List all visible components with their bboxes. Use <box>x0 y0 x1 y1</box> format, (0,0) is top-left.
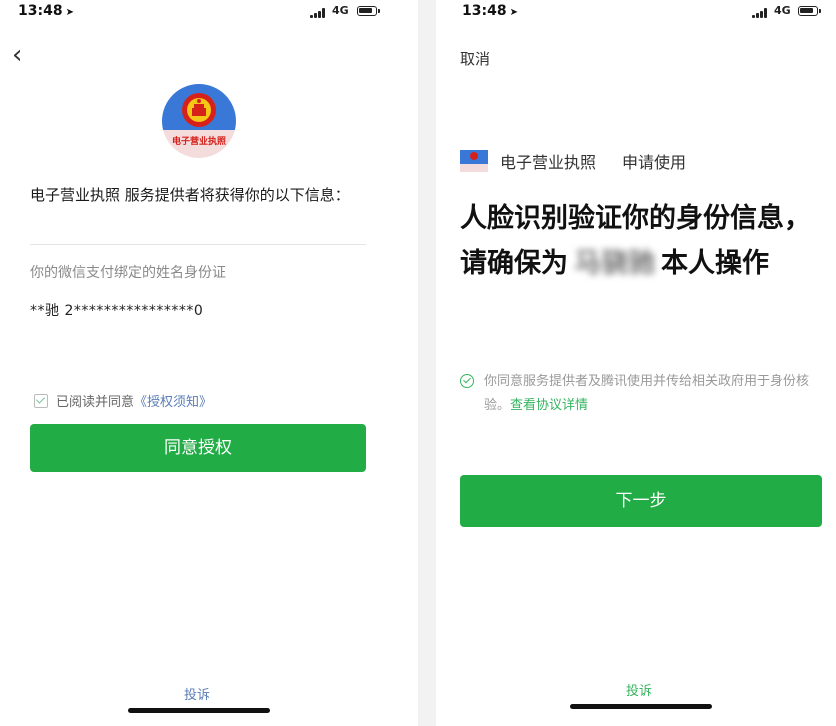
agreement-text: 已阅读并同意 <box>56 395 135 410</box>
status-time: 13:48 ➤ <box>462 3 518 19</box>
authorization-screen: 13:48 ➤ 4G ‹ 电子营业执照 电子营业执照 服务提供者将获得你的以下信息… <box>0 0 418 726</box>
national-emblem-icon <box>182 93 216 127</box>
title-text-2: 本人操作 <box>661 248 769 279</box>
cancel-button[interactable]: 取消 <box>460 48 490 69</box>
battery-icon <box>357 6 380 16</box>
screen-divider <box>418 0 436 726</box>
signal-icon <box>752 8 770 18</box>
home-indicator <box>570 704 712 709</box>
blurred-user-name: 马骁驰 <box>574 248 655 279</box>
agreement-link[interactable]: 《授权须知》 <box>134 395 212 410</box>
battery-icon <box>798 6 821 16</box>
status-bar: 13:48 ➤ 4G <box>0 0 418 26</box>
permission-heading: 电子营业执照 服务提供者将获得你的以下信息： <box>30 186 350 204</box>
status-bar: 13:48 ➤ 4G <box>436 0 836 26</box>
complaint-link[interactable]: 投诉 <box>626 680 652 699</box>
circle-check-icon[interactable] <box>460 374 474 388</box>
verification-title: 人脸识别验证你的身份信息，请确保为 马骁驰 本人操作 <box>460 196 820 286</box>
status-time-text: 13:48 <box>18 3 63 19</box>
app-logo: 电子营业执照 <box>162 84 236 158</box>
divider <box>30 244 366 245</box>
emblem-label: 电子营业执照 <box>171 137 226 147</box>
face-verification-screen: 13:48 ➤ 4G 取消 电子营业执照 申请使用 人脸识别验证你的身份信息，请确… <box>436 0 836 726</box>
navigation-icon: ➤ <box>509 7 518 18</box>
navigation-icon: ➤ <box>65 7 74 18</box>
consent-text-block: 你同意服务提供者及腾讯使用并传给相关政府用于身份核验。查看协议详情 <box>484 370 816 418</box>
masked-id-number: **驰 2****************0 <box>30 303 204 319</box>
national-emblem-icon <box>460 150 488 172</box>
status-time: 13:48 ➤ <box>18 3 74 19</box>
signal-icon <box>310 8 328 18</box>
back-chevron-icon[interactable]: ‹ <box>12 42 40 70</box>
complaint-link[interactable]: 投诉 <box>184 684 210 703</box>
next-step-button[interactable]: 下一步 <box>460 475 822 527</box>
app-name: 电子营业执照 <box>500 153 597 172</box>
home-indicator <box>128 708 270 713</box>
checkbox-icon[interactable] <box>34 394 48 408</box>
network-label: 4G <box>332 4 349 17</box>
status-time-text: 13:48 <box>462 3 507 19</box>
network-label: 4G <box>774 4 791 17</box>
info-label: 你的微信支付绑定的姓名身份证 <box>30 265 226 281</box>
agreement-row: 已阅读并同意《授权须知》 <box>34 391 212 410</box>
agree-authorize-button[interactable]: 同意授权 <box>30 424 366 472</box>
app-action: 申请使用 <box>622 153 687 172</box>
view-agreement-link[interactable]: 查看协议详情 <box>510 398 588 413</box>
